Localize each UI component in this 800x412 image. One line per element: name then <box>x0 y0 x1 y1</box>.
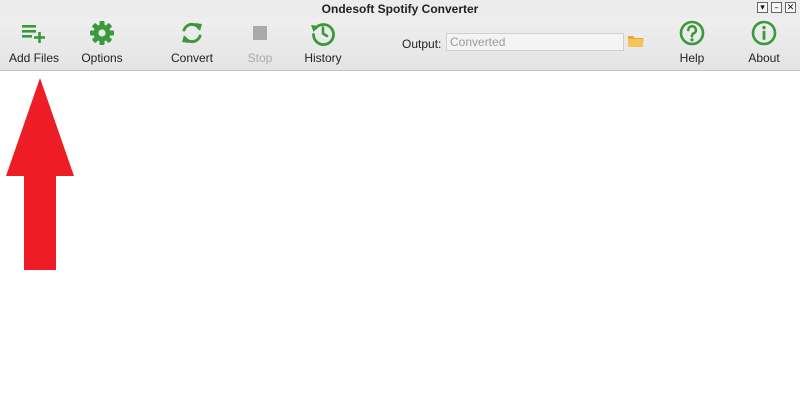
convert-button[interactable]: Convert <box>162 18 222 70</box>
app-window: Ondesoft Spotify Converter ▾ – ✕ Add Fil… <box>0 0 800 412</box>
gear-icon <box>90 21 114 45</box>
refresh-icon <box>182 22 202 44</box>
title-bar: Ondesoft Spotify Converter ▾ – ✕ <box>0 0 800 18</box>
stop-label: Stop <box>247 51 273 65</box>
output-path-input[interactable] <box>446 33 624 51</box>
add-files-button[interactable]: Add Files <box>4 18 64 70</box>
red-arrow-annotation <box>6 78 74 270</box>
folder-icon[interactable] <box>627 32 645 50</box>
history-clock-icon <box>311 23 335 46</box>
window-title: Ondesoft Spotify Converter <box>321 2 479 16</box>
help-button[interactable]: Help <box>664 18 720 70</box>
output-label: Output: <box>402 37 442 51</box>
options-label: Options <box>81 51 123 65</box>
help-label: Help <box>679 51 705 65</box>
add-files-label: Add Files <box>8 51 60 65</box>
options-button[interactable]: Options <box>72 18 132 70</box>
history-button[interactable]: History <box>294 18 352 70</box>
about-label: About <box>748 51 780 65</box>
window-controls: ▾ – ✕ <box>757 2 796 13</box>
window-menu-button[interactable]: ▾ <box>757 2 768 13</box>
minimize-button[interactable]: – <box>771 2 782 13</box>
about-button[interactable]: About <box>735 18 793 70</box>
file-list-area[interactable] <box>0 71 800 412</box>
toolbar: Add Files Options Convert Stop History O… <box>0 18 800 71</box>
history-label: History <box>304 51 342 65</box>
info-circle-icon <box>751 20 777 46</box>
convert-label: Convert <box>170 51 214 65</box>
question-circle-icon <box>679 20 705 46</box>
stop-button[interactable]: Stop <box>232 18 288 70</box>
close-button[interactable]: ✕ <box>785 2 796 13</box>
add-list-icon <box>22 25 45 43</box>
stop-square-icon <box>253 26 267 40</box>
